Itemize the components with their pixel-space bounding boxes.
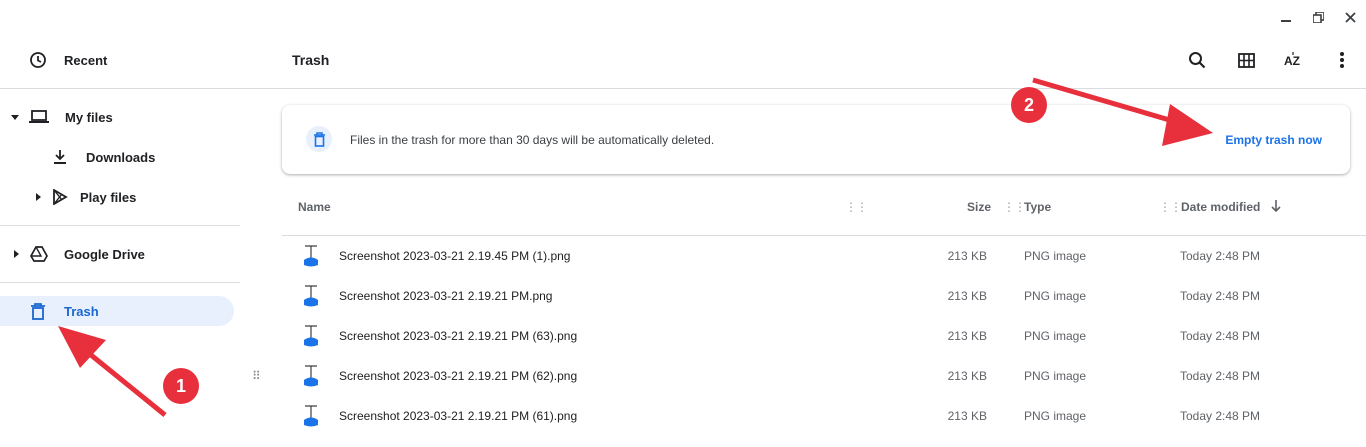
partial-row-icon	[302, 440, 320, 447]
annotation-badge-1: 1	[163, 368, 199, 404]
annotation-arrow-2	[1032, 77, 1191, 129]
annotation-arrowhead-2	[1162, 104, 1213, 146]
annotation-badge-2: 2	[1011, 87, 1047, 123]
annotation-arrows	[58, 77, 1213, 417]
